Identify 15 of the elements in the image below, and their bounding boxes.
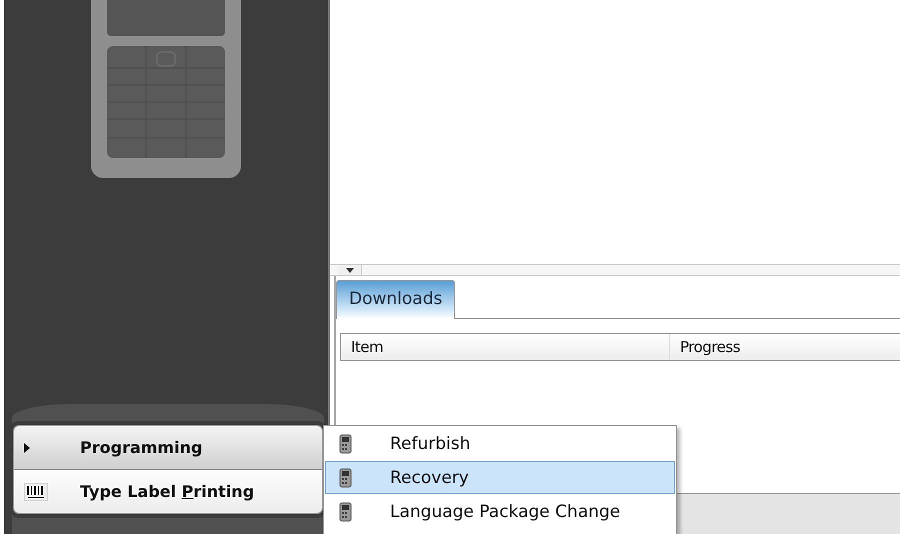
dropdown-button[interactable] [338,265,362,275]
column-header[interactable]: Item [341,334,670,360]
barcode-icon [24,482,48,500]
tab[interactable]: Downloads [336,280,456,319]
menu-item[interactable]: Refurbish [325,427,675,460]
caret-icon [346,268,354,272]
menu-item[interactable]: Programming [14,426,322,469]
phone-icon [338,468,354,488]
menu-item[interactable]: Type Label Printing [14,469,322,513]
phone-icon [338,434,354,454]
menu-item[interactable]: Recovery [325,461,675,494]
submenu-arrow-icon [24,442,30,452]
menu-item[interactable]: Language Package Change [325,495,675,528]
column-header[interactable]: Progress [670,334,750,360]
phone-icon [338,502,354,522]
